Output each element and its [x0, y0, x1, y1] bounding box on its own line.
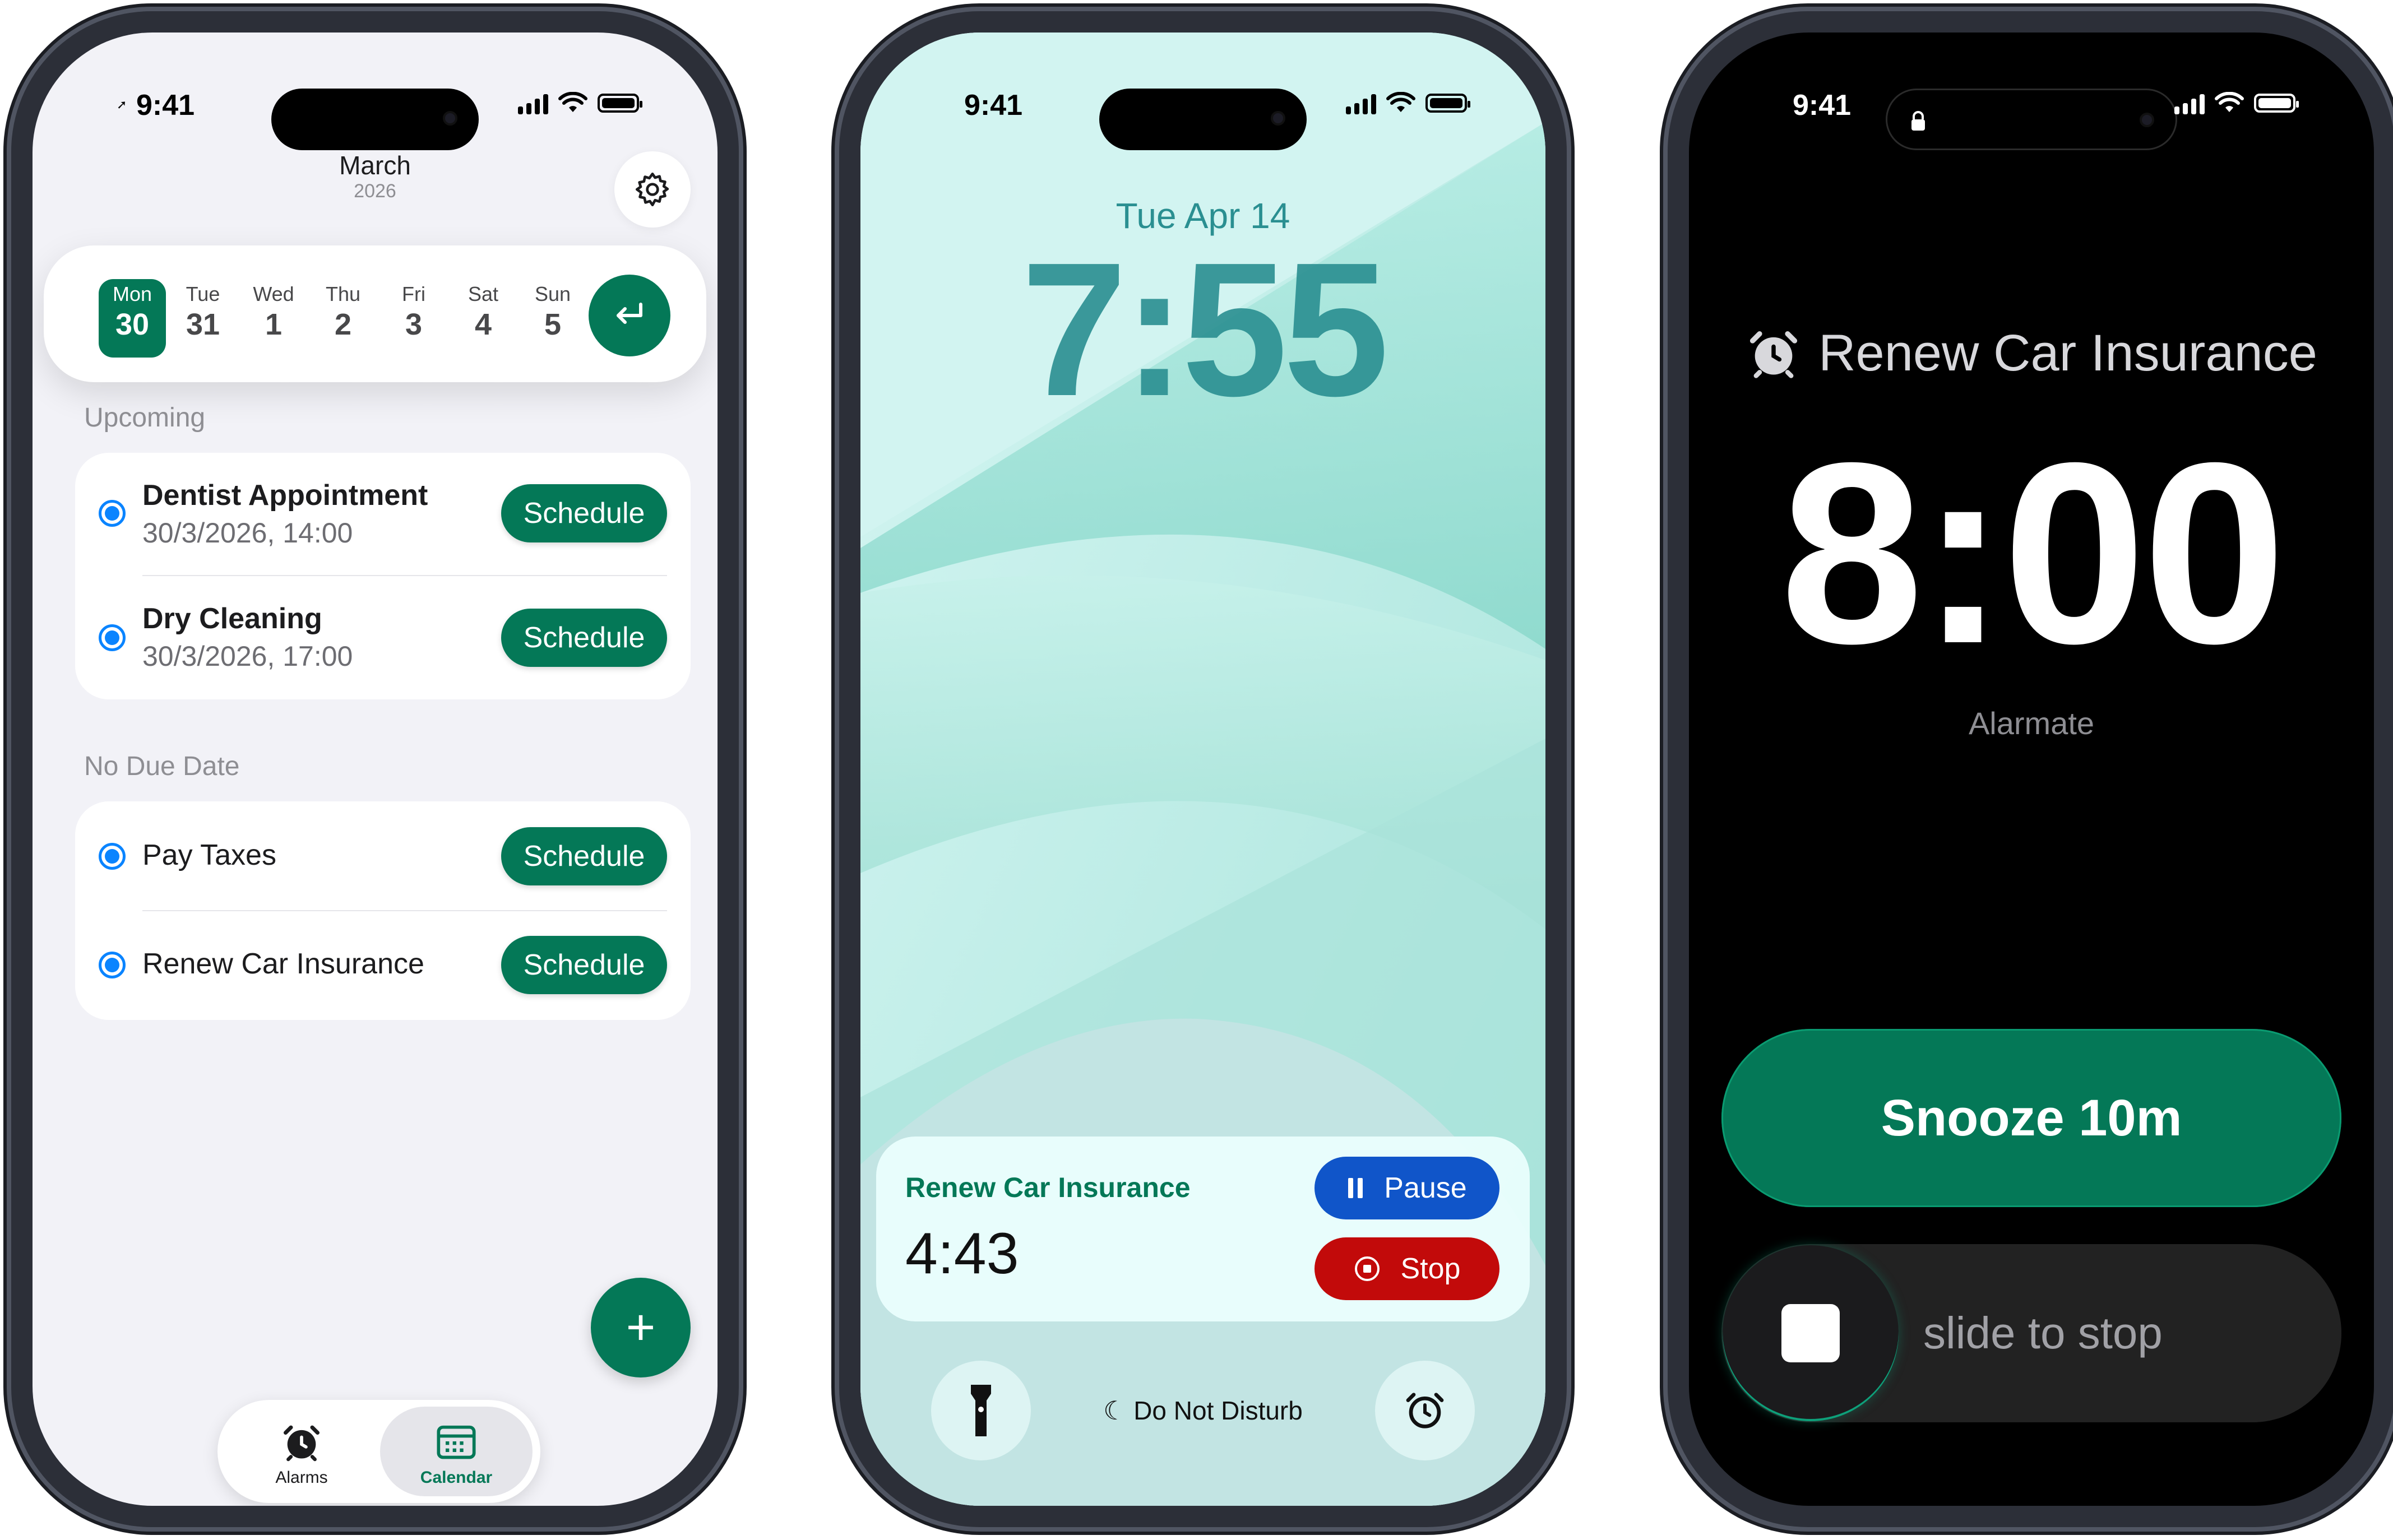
wifi-icon — [558, 92, 587, 112]
moon-icon: ☾ — [1103, 1396, 1127, 1425]
stop-square-icon — [1781, 1304, 1840, 1362]
month-title: March — [339, 151, 411, 180]
phone-frame-app: ➚ 9:41 March 2026 Mon 30 Tue 31 Wed 1 Thu 2 … — [11, 11, 739, 1527]
item-datetime: 30/3/2026, 14:00 — [142, 517, 353, 549]
alarm-clock-icon — [1406, 1393, 1444, 1428]
app-name: Alarmate — [1968, 706, 2095, 741]
status-icons — [1346, 92, 1470, 114]
day-wed[interactable]: Wed 1 — [240, 279, 307, 358]
schedule-button[interactable]: Schedule — [501, 609, 667, 667]
activity-countdown: 4:43 — [905, 1221, 1019, 1286]
battery-icon — [1425, 94, 1470, 113]
alarm-screen: 9:41 Renew Car Insurance 8:00 Alarmate S… — [1689, 33, 2374, 1506]
reminder-dot-icon — [99, 500, 126, 527]
dynamic-island — [1099, 89, 1307, 150]
cellular-signal-icon — [1346, 92, 1376, 114]
tab-bar: Alarms Calendar — [217, 1400, 540, 1503]
reminder-dot-icon — [99, 624, 126, 651]
slide-to-stop-label: slide to stop — [1923, 1308, 2163, 1358]
wifi-icon — [1386, 92, 1415, 112]
day-sat[interactable]: Sat 4 — [450, 279, 517, 358]
today-button[interactable] — [589, 275, 670, 356]
battery-icon — [2254, 94, 2299, 113]
schedule-button[interactable]: Schedule — [501, 827, 667, 885]
list-item[interactable]: Dry Cleaning 30/3/2026, 17:00 Schedule — [75, 576, 691, 699]
status-icons — [518, 92, 642, 114]
slide-to-stop-track[interactable]: slide to stop — [1721, 1244, 2341, 1422]
item-title: Dry Cleaning — [142, 602, 322, 635]
day-thu[interactable]: Thu 2 — [309, 279, 377, 358]
item-title: Renew Car Insurance — [142, 948, 424, 980]
status-time: 9:41 — [136, 89, 195, 122]
upcoming-list: Dentist Appointment 30/3/2026, 14:00 Sch… — [75, 453, 691, 699]
no-due-date-list: Pay Taxes Schedule Renew Car Insurance S… — [75, 801, 691, 1020]
status-bar: ➚ 9:41 — [33, 83, 718, 150]
stop-label: Stop — [1400, 1253, 1461, 1285]
item-datetime: 30/3/2026, 17:00 — [142, 641, 353, 672]
alarm-time: 8:00 — [1780, 410, 2286, 697]
settings-button[interactable] — [614, 151, 691, 228]
calendar-icon — [437, 1425, 476, 1459]
battery-icon — [598, 94, 642, 113]
phone-frame-alarm: 9:41 Renew Car Insurance 8:00 Alarmate S… — [1668, 11, 2393, 1527]
pause-icon — [1348, 1178, 1363, 1198]
section-title-no-due-date: No Due Date — [84, 752, 240, 781]
dynamic-island — [271, 89, 479, 150]
stop-button[interactable]: Stop — [1314, 1237, 1499, 1300]
dynamic-island — [1886, 89, 2177, 150]
alarm-shortcut-button[interactable] — [1375, 1361, 1475, 1460]
alarm-title: Renew Car Insurance — [1689, 324, 2374, 383]
cellular-signal-icon — [518, 92, 548, 114]
phone-frame-lockscreen: 9:41 Tue Apr 14 7:55 Renew Car Insurance… — [839, 11, 1567, 1527]
reminder-dot-icon — [99, 952, 126, 978]
alarm-clock-icon — [1750, 331, 1798, 378]
day-sun[interactable]: Sun 5 — [519, 279, 586, 358]
week-strip: Mon 30 Tue 31 Wed 1 Thu 2 Fri 3 Sat 4 Sun 5 — [44, 245, 706, 382]
tab-alarms[interactable]: Alarms — [225, 1407, 378, 1496]
item-title: Pay Taxes — [142, 839, 276, 871]
activity-title: Renew Car Insurance — [905, 1172, 1191, 1203]
status-bar: 9:41 — [860, 83, 1545, 150]
section-title-upcoming: Upcoming — [84, 403, 206, 433]
slider-knob[interactable] — [1723, 1245, 1899, 1421]
status-icons — [2174, 92, 2299, 114]
live-activity[interactable]: Renew Car Insurance 4:43 Pause Stop — [876, 1137, 1530, 1321]
wifi-icon — [2215, 92, 2244, 112]
tab-calendar[interactable]: Calendar — [380, 1407, 533, 1496]
day-tue[interactable]: Tue 31 — [169, 279, 237, 358]
app-screen: ➚ 9:41 March 2026 Mon 30 Tue 31 Wed 1 Thu 2 … — [33, 33, 718, 1506]
cellular-signal-icon — [2174, 92, 2205, 114]
gear-icon — [635, 172, 669, 207]
status-time: 9:41 — [1793, 89, 1852, 122]
alarm-title-text: Renew Car Insurance — [1818, 324, 2317, 382]
pause-button[interactable]: Pause — [1314, 1157, 1499, 1219]
lock-time: 7:55 — [1021, 223, 1390, 436]
snooze-button[interactable]: Snooze 10m — [1721, 1029, 2341, 1207]
day-fri[interactable]: Fri 3 — [380, 279, 447, 358]
focus-label: Do Not Disturb — [1133, 1396, 1303, 1425]
pause-label: Pause — [1384, 1172, 1467, 1204]
day-mon[interactable]: Mon 30 — [99, 279, 166, 358]
schedule-button[interactable]: Schedule — [501, 484, 667, 542]
add-button[interactable]: + — [591, 1278, 691, 1377]
tab-label: Calendar — [420, 1468, 493, 1487]
lock-icon — [1911, 111, 1925, 131]
status-time: 9:41 — [964, 89, 1023, 122]
schedule-button[interactable]: Schedule — [501, 936, 667, 994]
alarm-clock-icon — [284, 1425, 320, 1462]
return-arrow-icon — [617, 303, 642, 324]
lock-screen: 9:41 Tue Apr 14 7:55 Renew Car Insurance… — [860, 33, 1545, 1506]
list-item[interactable]: Dentist Appointment 30/3/2026, 14:00 Sch… — [75, 453, 691, 576]
list-item[interactable]: Renew Car Insurance Schedule — [75, 911, 691, 1021]
tab-label: Alarms — [275, 1468, 328, 1487]
location-arrow-icon: ➚ — [117, 98, 127, 112]
reminder-dot-icon — [99, 843, 126, 870]
stop-circle-icon — [1354, 1256, 1380, 1281]
status-bar: 9:41 — [1689, 83, 2374, 150]
item-title: Dentist Appointment — [142, 479, 428, 512]
list-item[interactable]: Pay Taxes Schedule — [75, 801, 691, 911]
